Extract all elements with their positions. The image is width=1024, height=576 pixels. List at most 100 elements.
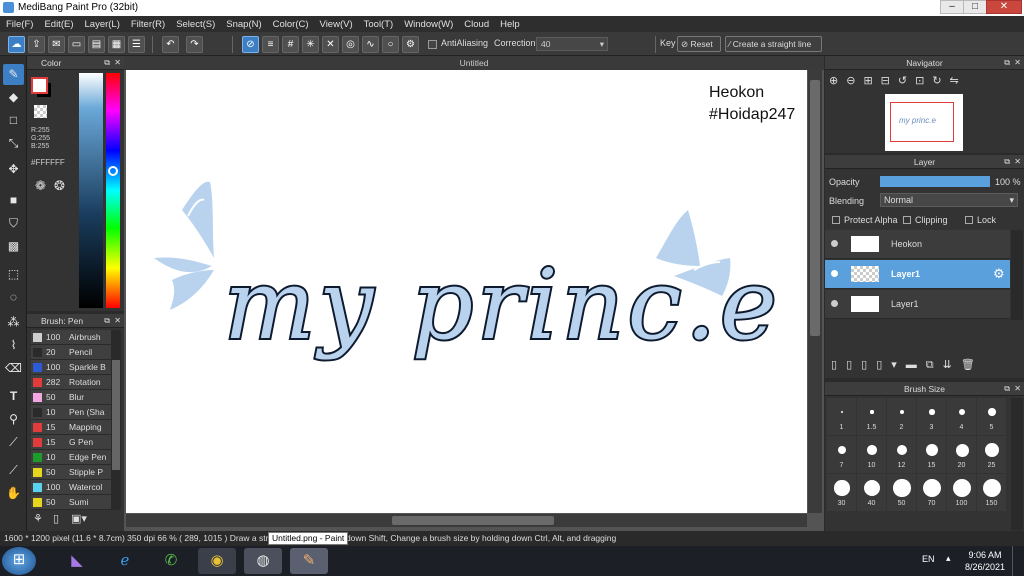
popout-icon[interactable]: ⧉ [104, 58, 110, 68]
brush-size-cell[interactable]: 15 [917, 436, 946, 473]
brush-size-cell[interactable]: 25 [977, 436, 1006, 473]
close-icon[interactable]: ✕ [1014, 157, 1021, 166]
brush-item[interactable]: 10 Pen (Sha [31, 405, 111, 420]
folder-icon[interactable]: ▬ [906, 359, 926, 371]
chrome-icon[interactable]: ◉ [198, 548, 236, 574]
visibility-icon[interactable] [831, 240, 838, 247]
maximize-button[interactable]: □ [963, 0, 987, 14]
document-icon[interactable]: ▤ [88, 36, 105, 53]
visual-studio-icon[interactable]: ◣ [58, 548, 96, 574]
bucket-tool-icon[interactable]: ⛉ [3, 213, 24, 234]
hand-tool-icon[interactable]: ✋ [3, 483, 24, 504]
menu-file[interactable]: File(F) [6, 19, 33, 30]
popout-icon[interactable]: ⧉ [1004, 58, 1010, 68]
rotate-left-icon[interactable]: ↺ [898, 75, 915, 87]
antialiasing-checkbox[interactable] [428, 40, 437, 49]
canvas-horizontal-scrollbar[interactable] [126, 514, 807, 527]
close-button[interactable]: ✕ [986, 0, 1022, 14]
blending-select[interactable]: Normal ▾ [880, 193, 1018, 207]
curve-snap-icon[interactable]: ∿ [362, 36, 379, 53]
lock-checkbox[interactable] [965, 216, 973, 224]
menu-select[interactable]: Select(S) [176, 19, 215, 30]
chevron-up-icon[interactable]: ▴ [946, 553, 951, 564]
brush-item[interactable]: 15 Mapping [31, 420, 111, 435]
scrollbar-thumb[interactable] [810, 80, 820, 336]
chat-icon[interactable]: ▭ [68, 36, 85, 53]
close-icon[interactable]: ✕ [114, 58, 121, 67]
protect-alpha-checkbox[interactable] [832, 216, 840, 224]
select-pen-icon[interactable]: ⌇ [3, 335, 24, 356]
dot-tool-icon[interactable]: □ [3, 110, 24, 131]
navigator-preview[interactable]: my princ.e [885, 94, 963, 151]
undo-icon[interactable]: ↶ [162, 36, 179, 53]
medibang-icon[interactable]: ✎ [290, 548, 328, 574]
clock[interactable]: 9:06 AM 8/26/2021 [965, 549, 1005, 573]
palette-icon[interactable]: ❁ [35, 178, 46, 194]
minimize-button[interactable]: – [940, 0, 964, 14]
menu-window[interactable]: Window(W) [404, 19, 453, 30]
menu-layer[interactable]: Layer(L) [85, 19, 120, 30]
zoom-out-icon[interactable]: ⊖ [846, 75, 863, 87]
fit-icon[interactable]: ⊞ [863, 75, 880, 87]
ellipse-snap-icon[interactable]: ○ [382, 36, 399, 53]
brush-size-cell[interactable]: 1 [827, 398, 856, 435]
material-icon[interactable]: ▦ [108, 36, 125, 53]
messenger-icon[interactable]: ✆ [152, 548, 190, 574]
hue-slider[interactable] [106, 73, 120, 308]
select-rect-tool-icon[interactable]: ⬚ [3, 264, 24, 285]
value-slider[interactable] [79, 73, 103, 308]
brush-item[interactable]: 50 Sumi [31, 495, 111, 510]
opacity-slider[interactable] [880, 176, 990, 187]
straight-line-button[interactable]: ⁄ Create a straight line [725, 36, 822, 52]
brush-item[interactable]: 282 Rotation [31, 375, 111, 390]
new-halftone-layer-icon[interactable]: ▯ [846, 359, 861, 371]
brush-size-cell[interactable]: 5 [977, 398, 1006, 435]
delete-layer-icon[interactable]: 🗑 [961, 359, 984, 371]
select-eraser-icon[interactable]: ⌫ [3, 358, 24, 379]
start-button[interactable]: ⊞ [2, 547, 36, 575]
transparent-swatch[interactable] [34, 105, 47, 118]
menu-view[interactable]: View(V) [320, 19, 353, 30]
cross-snap-icon[interactable]: ✕ [322, 36, 339, 53]
foreground-color-swatch[interactable] [31, 77, 48, 94]
brush-size-cell[interactable]: 20 [947, 436, 976, 473]
move-tool-icon[interactable]: ✥ [3, 159, 24, 180]
brush-item[interactable]: 10 Edge Pen [31, 450, 111, 465]
reset-view-icon[interactable]: ⊡ [915, 75, 932, 87]
new-8bit-layer-icon[interactable]: ▯ [861, 359, 876, 371]
popout-icon[interactable]: ⧉ [1004, 157, 1010, 167]
visibility-icon[interactable] [831, 300, 838, 307]
duplicate-layer-icon[interactable]: ⧉ [926, 359, 943, 371]
gear-icon[interactable]: ⚙ [993, 266, 1005, 282]
brush-size-cell[interactable]: 150 [977, 474, 1006, 511]
color-picker-icon[interactable]: ❂ [54, 178, 65, 194]
menu-snap[interactable]: Snap(N) [226, 19, 261, 30]
layer-row[interactable]: Heokon [825, 230, 1010, 259]
brush-item[interactable]: 20 Pencil [31, 345, 111, 360]
text-tool-icon[interactable]: T [3, 386, 24, 407]
brush-size-cell[interactable]: 4 [947, 398, 976, 435]
brush-size-cell[interactable]: 30 [827, 474, 856, 511]
brush-item[interactable]: 100 Watercol [31, 480, 111, 495]
scrollbar-thumb[interactable] [392, 516, 554, 525]
internet-explorer-icon[interactable]: ℯ [106, 548, 144, 574]
magic-wand-tool-icon[interactable]: ⁂ [3, 312, 24, 333]
brush-size-cell[interactable]: 2 [887, 398, 916, 435]
brush-size-scrollbar[interactable] [1011, 398, 1023, 530]
brush-size-cell[interactable]: 100 [947, 474, 976, 511]
grid-snap-icon[interactable]: # [282, 36, 299, 53]
hue-handle[interactable] [108, 166, 118, 176]
add-brush-icon[interactable]: ⚘ [33, 512, 43, 525]
redo-icon[interactable]: ↷ [186, 36, 203, 53]
canvas-tab[interactable]: Untitled [124, 56, 824, 70]
brush-size-cell[interactable]: 12 [887, 436, 916, 473]
paint-icon[interactable]: ◍ [244, 548, 282, 574]
merge-layer-icon[interactable]: ⇊ [943, 359, 961, 371]
snap-off-icon[interactable]: ⊘ [242, 36, 259, 53]
parallel-snap-icon[interactable]: ≡ [262, 36, 279, 53]
dropper-tool-icon[interactable]: ⟋ [3, 432, 24, 453]
brush-size-cell[interactable]: 50 [887, 474, 916, 511]
menu-cloud[interactable]: Cloud [464, 19, 489, 30]
lasso-tool-icon[interactable]: ◌ [3, 287, 24, 308]
brush-item[interactable]: 50 Blur [31, 390, 111, 405]
